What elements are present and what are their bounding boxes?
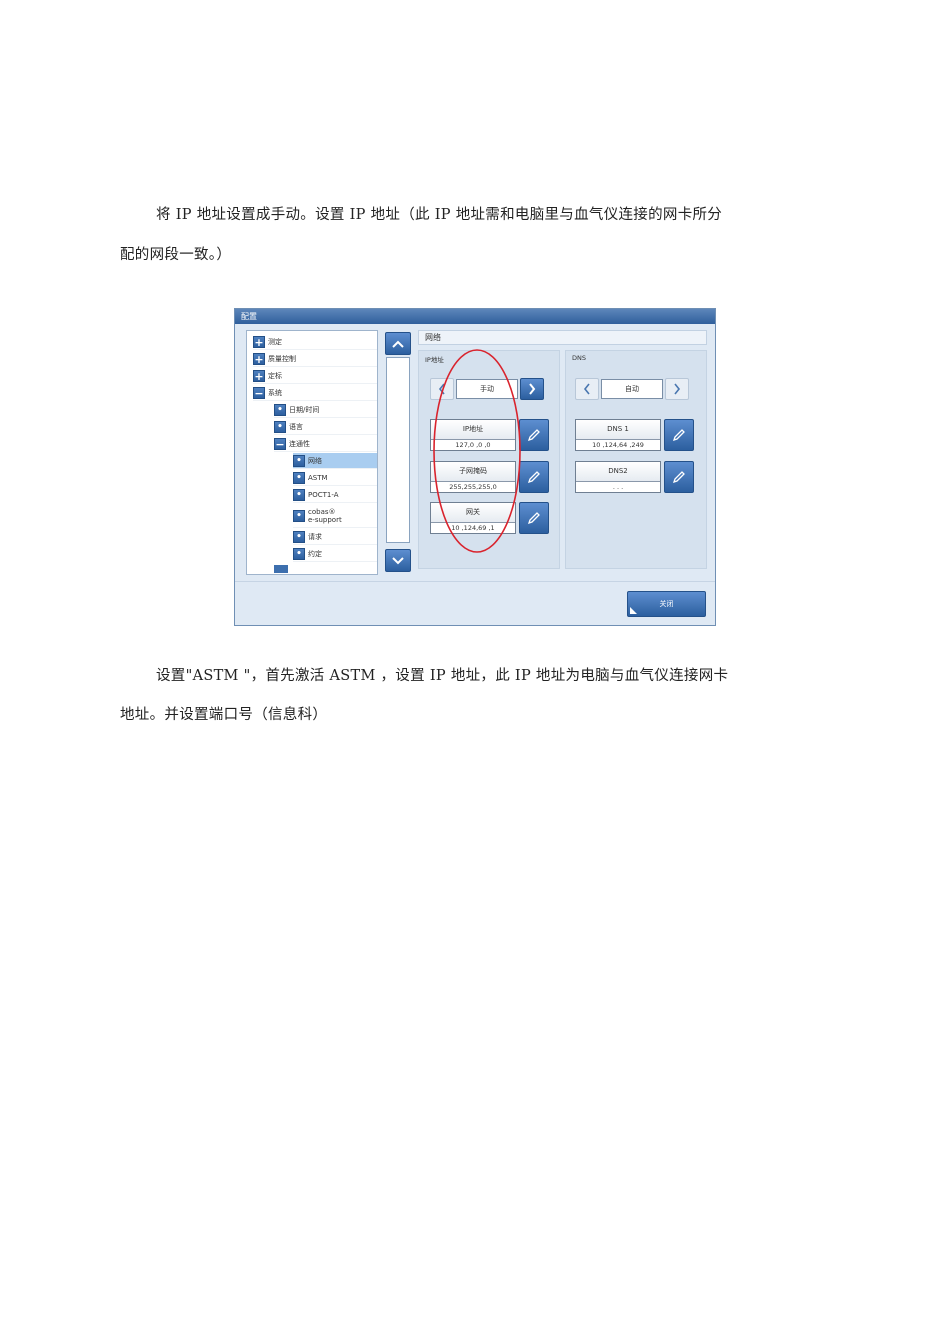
chevron-right-icon (529, 382, 536, 395)
scroll-up-button[interactable] (385, 332, 411, 355)
tree-item-connectivity[interactable]: − 连通性 (274, 436, 377, 452)
scroll-track[interactable] (386, 357, 410, 543)
bullet-icon: • (293, 471, 305, 484)
tree-scrollbar[interactable] (385, 330, 411, 575)
chevron-down-icon (392, 556, 404, 564)
tree-item-label: ASTM (308, 473, 328, 482)
tree-item-agreement[interactable]: • 约定 (293, 546, 377, 562)
scroll-down-button[interactable] (385, 549, 411, 572)
tree-item-poct1a[interactable]: • POCT1-A (293, 487, 377, 503)
pencil-icon (672, 429, 685, 442)
dns-mode-selector[interactable]: 自动 (575, 377, 689, 400)
expand-icon[interactable]: + (253, 369, 265, 382)
tree-item-measure[interactable]: + 测定 (253, 334, 377, 350)
bullet-icon: • (293, 530, 305, 543)
field-label: DNS 1 (576, 420, 660, 440)
tree-item-label: 请求 (308, 532, 322, 541)
dns-mode-next-button[interactable] (665, 377, 689, 400)
field-label: DNS2 (576, 462, 660, 482)
tree-item-network[interactable]: • 网络 (293, 453, 377, 469)
tree-item-label: 连通性 (289, 439, 310, 448)
edit-gateway-button[interactable] (519, 502, 549, 534)
edit-dns1-button[interactable] (664, 419, 694, 451)
tree-item-esupport[interactable]: • cobas® e-support (293, 504, 377, 528)
tree-item-label: 约定 (308, 549, 322, 558)
tree-item-label: 网络 (308, 456, 322, 465)
tree-item-label: 语言 (289, 422, 303, 431)
bullet-icon: • (293, 454, 305, 467)
close-button-label: 关闭 (659, 600, 674, 608)
chevron-left-icon (583, 383, 590, 394)
tree-item-label: POCT1-A (308, 490, 339, 499)
pencil-icon (527, 512, 540, 525)
dns-mode-value: 自动 (601, 378, 663, 399)
field-value: 10 ,124,64 ,249 (592, 441, 644, 449)
tree-item-calibration[interactable]: + 定标 (253, 368, 377, 384)
pencil-icon (672, 471, 685, 484)
tree-item-label: 测定 (268, 337, 282, 346)
bullet-icon: • (274, 403, 286, 416)
dns-group-label: DNS (572, 354, 586, 362)
config-window-screenshot: 配置 + 测定 + 质量控制 + 定标 − 系统 • 日期/时间 • 语言 − … (234, 308, 716, 626)
dns-group: DNS 自动 DNS 1 10 ,124,64 ,249 DNS2 . . . (565, 350, 707, 569)
dns2-field: DNS2 . . . (575, 461, 661, 493)
paragraph-2-line-2: 地址。并设置端口号（信息科） (120, 707, 328, 723)
chevron-up-icon (392, 340, 404, 348)
paragraph-1-line-2: 配的网段一致。） (120, 247, 232, 263)
edit-ip-address-button[interactable] (519, 419, 549, 451)
tree-item-datetime[interactable]: • 日期/时间 (274, 402, 377, 418)
tree-item-system[interactable]: − 系统 (253, 385, 377, 401)
expand-icon[interactable]: + (253, 352, 265, 365)
field-value: . . . (612, 483, 624, 491)
tree-item-qc[interactable]: + 质量控制 (253, 351, 377, 367)
tree-item-label: 日期/时间 (289, 405, 320, 414)
bullet-icon: • (293, 509, 305, 522)
close-button[interactable]: 关闭 (627, 591, 706, 617)
bullet-icon: • (293, 488, 305, 501)
red-highlight-ellipse (433, 349, 521, 553)
window-title: 配置 (235, 309, 715, 324)
tree-item-language[interactable]: • 语言 (274, 419, 377, 435)
chevron-right-icon (674, 383, 681, 394)
edit-dns2-button[interactable] (664, 461, 694, 493)
bullet-icon: • (293, 547, 305, 560)
pencil-icon (527, 429, 540, 442)
expand-icon[interactable]: + (253, 335, 265, 348)
paragraph-1-line-1: 将 IP 地址设置成手动。设置 IP 地址（此 IP 地址需和电脑里与血气仪连接… (156, 207, 723, 223)
collapse-icon[interactable]: − (253, 386, 265, 399)
tree-item-label: 定标 (268, 371, 282, 380)
tree-item-label: 质量控制 (268, 354, 296, 363)
dns1-field: DNS 1 10 ,124,64 ,249 (575, 419, 661, 451)
tree-item-request[interactable]: • 请求 (293, 529, 377, 545)
dns-mode-prev-button[interactable] (575, 377, 599, 400)
bullet-icon: • (274, 420, 286, 433)
paragraph-2-line-1: 设置"ASTM "，首先激活 ASTM ，设置 IP 地址，此 IP 地址为电脑… (156, 668, 729, 684)
panel-title: 网络 (418, 330, 707, 345)
settings-tree[interactable]: + 测定 + 质量控制 + 定标 − 系统 • 日期/时间 • 语言 − 连通性… (246, 330, 378, 575)
ip-mode-next-button[interactable] (520, 377, 544, 400)
collapse-icon[interactable]: − (274, 437, 286, 450)
tree-item-label: cobas® e-support (308, 507, 342, 524)
corner-triangle-icon (630, 607, 637, 614)
pencil-icon (527, 471, 540, 484)
tree-item-label: 系统 (268, 388, 282, 397)
edit-subnet-mask-button[interactable] (519, 461, 549, 493)
tree-item-astm[interactable]: • ASTM (293, 470, 377, 486)
partial-tree-box (274, 565, 288, 573)
footer-divider (235, 581, 715, 582)
